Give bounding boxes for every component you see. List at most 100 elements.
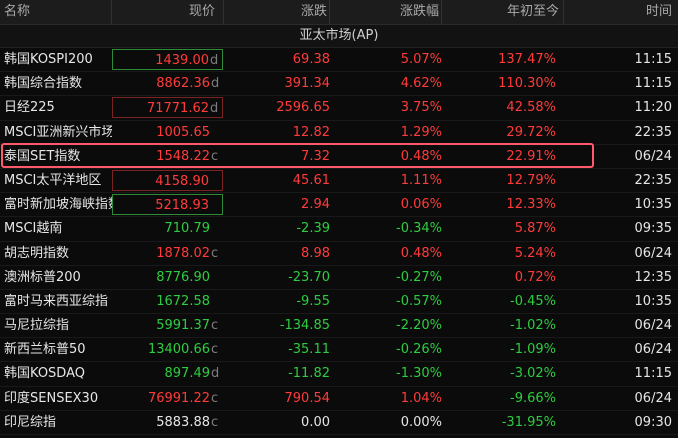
column-header-ytd[interactable]: 年初至今 [442, 0, 564, 24]
ytd-change: 5.87% [514, 221, 556, 237]
ytd-change: -9.66% [510, 390, 556, 406]
update-time: 22:35 [634, 124, 672, 140]
change-percent: -0.34% [396, 221, 442, 237]
column-header-time[interactable]: 时间 [564, 0, 672, 24]
update-time: 11:15 [634, 76, 672, 92]
table-row[interactable]: 印度SENSEX30 76991.22c 790.54 1.04% -9.66% 06/2… [0, 387, 678, 411]
update-time: 11:15 [634, 366, 672, 382]
current-price: 5218.93 [112, 194, 223, 216]
price-suffix: d [210, 101, 219, 117]
ytd-change: -31.95% [501, 414, 556, 430]
price-value: 5218.93 [155, 198, 209, 214]
price-value: 8776.90 [156, 269, 210, 285]
ytd-change: 5.24% [514, 245, 556, 261]
price-suffix: c [211, 148, 219, 164]
price-value: 710.79 [164, 221, 211, 237]
price-change: 2.94 [301, 197, 330, 213]
table-row[interactable]: 富时马来西亚综指 1672.58 -9.55 -0.57% -0.45% 10:35 [0, 290, 678, 315]
update-time: 06/24 [634, 148, 672, 164]
price-change: 2596.65 [276, 100, 330, 116]
table-row[interactable]: 澳洲标普200 8776.90 -23.70 -0.27% 0.72% 12:35 [0, 266, 678, 290]
change-percent: 1.29% [400, 124, 442, 140]
price-value: 897.49 [164, 366, 211, 382]
price-value: 13400.66 [147, 342, 210, 358]
update-time: 11:20 [634, 100, 672, 116]
change-percent: -1.30% [396, 366, 442, 382]
index-name: 马尼拉综指 [4, 318, 70, 334]
index-name: 富时马来西亚综指 [4, 293, 109, 309]
price-value: 8862.36 [156, 76, 210, 92]
current-price: 8862.36d [112, 72, 223, 95]
index-name: 印度SENSEX30 [4, 390, 99, 406]
price-value: 71771.62 [146, 101, 209, 117]
change-percent: -0.27% [396, 269, 442, 285]
column-header-change-pct[interactable]: 涨跌幅 [330, 0, 442, 24]
update-time: 06/24 [634, 318, 672, 334]
ytd-change: -0.45% [510, 293, 556, 309]
table-row[interactable]: 印尼综指 5883.88c 0.00 0.00% -31.95% 09:30 [0, 411, 678, 435]
price-suffix: c [211, 245, 219, 261]
current-price: 1548.22c [112, 145, 223, 168]
price-suffix: c [211, 390, 219, 406]
table-row[interactable]: 韩国KOSDAQ 897.49d -11.82 -1.30% -3.02% 11:15 [0, 362, 678, 387]
index-name: 澳洲标普200 [4, 269, 81, 285]
table-row[interactable]: 新西兰标普50 13400.66c -35.11 -0.26% -1.09% 06/24 [0, 338, 678, 363]
column-header-name[interactable]: 名称 [0, 0, 112, 24]
price-change: -35.11 [288, 342, 330, 358]
table-row[interactable]: 富时新加坡海峡指数 5218.93 2.94 0.06% 12.33% 10:35 [0, 193, 678, 218]
update-time: 10:35 [634, 197, 672, 213]
update-time: 12:35 [634, 269, 672, 285]
table-row[interactable]: 泰国SET指数 1548.22c 7.32 0.48% 22.91% 06/24 [0, 145, 678, 169]
table-row[interactable]: 日经225 71771.62d 2596.65 3.75% 42.58% 11:20 [0, 96, 678, 121]
ytd-change: 12.33% [506, 197, 556, 213]
price-value: 1878.02 [156, 245, 210, 261]
index-name: 富时新加坡海峡指数 [4, 197, 112, 213]
current-price: 1439.00d [112, 49, 223, 70]
current-price: 1672.58 [112, 290, 223, 313]
table-row[interactable]: MSCI太平洋地区 4158.90 45.61 1.11% 12.79% 22:35 [0, 169, 678, 194]
index-name: 印尼综指 [4, 414, 57, 430]
price-change: 12.82 [292, 124, 330, 140]
price-value: 1672.58 [156, 293, 210, 309]
table-header: 名称 现价 涨跌 涨跌幅 年初至今 时间 [0, 0, 678, 25]
price-change: -23.70 [288, 269, 330, 285]
table-row[interactable]: MSCI越南 710.79 -2.39 -0.34% 5.87% 09:35 [0, 217, 678, 242]
change-percent: 3.75% [400, 100, 442, 116]
quote-list: 韩国KOSPI200 1439.00d 69.38 5.07% 137.47% 11:15… [0, 48, 678, 435]
price-value: 1439.00 [155, 53, 209, 68]
table-row[interactable]: 韩国综合指数 8862.36d 391.34 4.62% 110.30% 11:15 [0, 72, 678, 97]
price-value: 76991.22 [147, 390, 210, 406]
current-price: 710.79 [112, 217, 223, 240]
change-percent: 0.48% [400, 148, 442, 164]
update-time: 09:35 [634, 221, 672, 237]
update-time: 06/24 [634, 390, 672, 406]
price-change: 69.38 [292, 52, 330, 67]
price-suffix: d [210, 53, 219, 68]
current-price: 4158.90 [112, 169, 223, 191]
current-price: 71771.62d [112, 97, 223, 119]
price-change: 0.00 [301, 414, 330, 430]
table-row[interactable]: 韩国KOSPI200 1439.00d 69.38 5.07% 137.47% 11:15 [0, 48, 678, 73]
change-percent: -2.20% [396, 318, 442, 334]
change-percent: 1.11% [400, 172, 442, 188]
current-price: 13400.66c [112, 338, 223, 361]
current-price: 1005.65 [112, 121, 223, 144]
ytd-change: 29.72% [506, 124, 556, 140]
change-percent: 0.00% [400, 414, 442, 430]
update-time: 11:15 [634, 52, 672, 67]
price-change: 790.54 [284, 390, 331, 406]
index-name: 韩国综合指数 [4, 76, 83, 92]
ytd-change: 110.30% [498, 76, 556, 92]
current-price: 5883.88c [112, 411, 223, 434]
column-header-price[interactable]: 现价 [112, 0, 224, 24]
table-row[interactable]: 胡志明指数 1878.02c 8.98 0.48% 5.24% 06/24 [0, 242, 678, 266]
index-name: 日经225 [4, 100, 55, 116]
table-row[interactable]: 马尼拉综指 5991.37c -134.85 -2.20% -1.02% 06/24 [0, 314, 678, 339]
column-header-change[interactable]: 涨跌 [224, 0, 330, 24]
ytd-change: -3.02% [510, 366, 556, 382]
current-price: 5991.37c [112, 314, 223, 337]
table-row[interactable]: MSCI亚洲新兴市场 1005.65 12.82 1.29% 29.72% 22:35 [0, 121, 678, 145]
price-change: 391.34 [284, 76, 331, 92]
change-percent: 0.48% [400, 245, 442, 261]
change-percent: 5.07% [400, 52, 442, 67]
